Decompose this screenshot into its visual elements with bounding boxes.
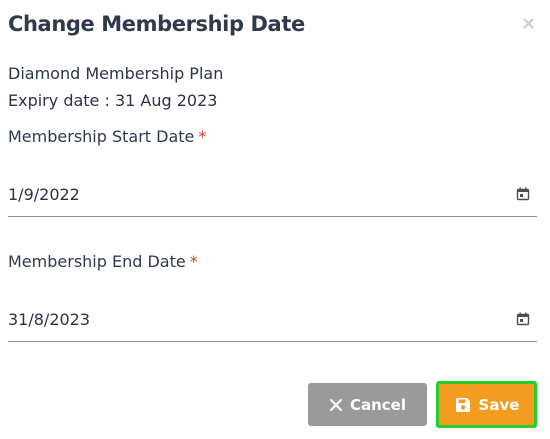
start-date-field[interactable]: 1/9/2022 [8,181,537,217]
plan-name: Diamond Membership Plan [8,64,224,83]
expiry-date-text: Expiry date : 31 Aug 2023 [8,91,218,110]
calendar-icon[interactable] [516,312,530,326]
save-button[interactable]: Save [436,381,537,428]
dialog-title: Change Membership Date [8,12,305,36]
cancel-button[interactable]: Cancel [308,383,427,426]
start-date-label: Membership Start Date * [8,127,206,146]
cancel-button-label: Cancel [349,395,406,414]
x-icon [329,398,342,411]
required-mark: * [198,127,207,146]
end-date-field[interactable]: 31/8/2023 [8,306,537,342]
save-button-label: Save [478,395,520,414]
end-date-label-text: Membership End Date [8,252,186,271]
start-date-label-text: Membership Start Date [8,127,195,146]
calendar-icon[interactable] [516,187,530,201]
save-icon [455,397,470,412]
end-date-value[interactable]: 31/8/2023 [8,310,90,329]
end-date-label: Membership End Date * [8,252,198,271]
required-mark: * [189,252,198,271]
close-icon[interactable]: ✕ [521,15,536,35]
start-date-value[interactable]: 1/9/2022 [8,185,80,204]
